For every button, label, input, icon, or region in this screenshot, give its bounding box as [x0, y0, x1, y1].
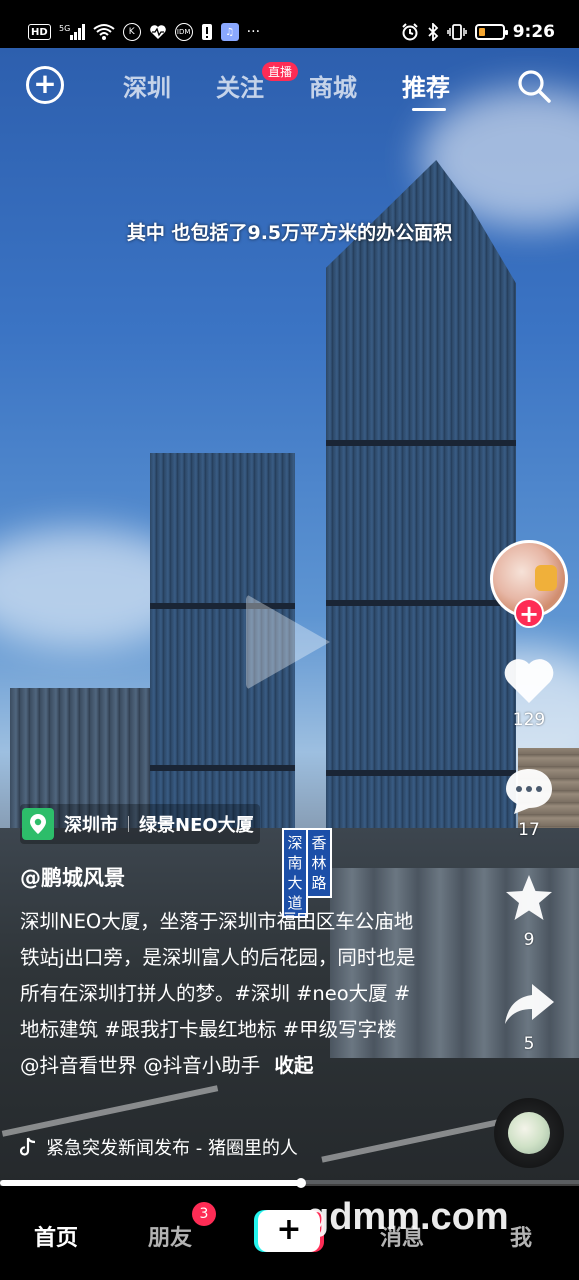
tower-band: [326, 600, 516, 606]
signal-icon: 5G: [59, 23, 85, 41]
follow-button[interactable]: +: [514, 598, 544, 628]
share-arrow-icon[interactable]: [502, 980, 556, 1030]
vibrate-icon: [446, 23, 467, 41]
location-pin-icon: [22, 808, 54, 840]
friends-badge: 3: [192, 1202, 216, 1226]
health-icon: [149, 24, 167, 40]
location-place: 绿景NEO大厦: [139, 815, 254, 836]
alarm-icon: [401, 23, 419, 41]
tower-band: [150, 765, 295, 771]
idm-icon: IDM: [174, 23, 193, 41]
search-icon[interactable]: [516, 68, 552, 104]
music-disc[interactable]: [494, 1098, 564, 1168]
active-tab-indicator: [412, 108, 446, 111]
battery-fill: [478, 28, 486, 36]
author-name[interactable]: @鹏城风景: [20, 862, 125, 892]
description-text: 深圳NEO大厦，坐落于深圳市福田区车公庙地铁站j出口旁，是深圳富人的后花园，同时…: [20, 910, 416, 1077]
location-tag[interactable]: 深圳市 绿景NEO大厦: [20, 804, 260, 844]
tab-following[interactable]: 关注: [216, 68, 264, 103]
clock: 9:26: [512, 22, 555, 42]
status-right: 9:26: [401, 22, 555, 42]
comment-count: 17: [518, 820, 540, 840]
music-title: 紧急突发新闻发布 - 猪圈里的人: [46, 1138, 298, 1159]
top-nav: + 深圳 关注 直播 商城 推荐: [0, 60, 579, 112]
like-count: 129: [512, 710, 546, 730]
wifi-icon: [93, 23, 115, 41]
video-description: 深圳NEO大厦，坐落于深圳市福田区车公庙地铁站j出口旁，是深圳富人的后花园，同时…: [20, 904, 420, 1084]
location-city: 深圳市: [64, 815, 118, 836]
avatar-food: [535, 565, 557, 591]
play-icon[interactable]: [246, 594, 330, 690]
street-sign-right: 香林路: [306, 828, 332, 898]
music-note-icon: [20, 1137, 36, 1156]
collapse-link[interactable]: 收起: [274, 1054, 313, 1077]
watermark: gdmm.com: [306, 1196, 509, 1238]
tab-shenzhen[interactable]: 深圳: [123, 68, 171, 103]
tower-right: [326, 160, 516, 930]
music-info[interactable]: 紧急突发新闻发布 - 猪圈里的人: [20, 1134, 298, 1160]
bluetooth-icon: [427, 23, 439, 41]
favorite-group[interactable]: 9: [490, 872, 568, 950]
tab-recommend[interactable]: 推荐: [402, 68, 450, 103]
nav-home[interactable]: 首页: [34, 1220, 78, 1252]
like-group[interactable]: 129: [490, 656, 568, 730]
plus-circle-icon[interactable]: +: [26, 66, 64, 104]
video-caption: 其中 也包括了9.5万平方米的办公面积: [126, 222, 453, 244]
video-progress-bar[interactable]: [0, 1178, 579, 1188]
hd-icon: HD: [28, 24, 51, 40]
svg-text:5G: 5G: [59, 24, 70, 33]
sim-alert-icon: [201, 23, 213, 41]
tower-band: [326, 440, 516, 446]
tower-band: [326, 770, 516, 776]
nav-me[interactable]: 我: [510, 1220, 532, 1252]
more-dots-icon: ···: [246, 24, 261, 40]
live-badge[interactable]: 直播: [262, 62, 299, 81]
music-app-icon: ♫: [220, 23, 239, 41]
progress-fill: [0, 1180, 302, 1186]
music-cover: [508, 1112, 550, 1154]
k-app-icon: K: [122, 23, 141, 41]
heart-icon[interactable]: [502, 656, 556, 706]
share-group[interactable]: 5: [490, 980, 568, 1054]
tab-mall[interactable]: 商城: [309, 68, 357, 103]
nav-friends[interactable]: 朋友: [148, 1220, 192, 1252]
star-icon[interactable]: [502, 872, 556, 926]
location-separator: [128, 816, 129, 832]
comment-icon[interactable]: [502, 766, 556, 816]
share-count: 5: [523, 1034, 535, 1054]
progress-knob[interactable]: [296, 1178, 307, 1188]
comment-group[interactable]: 17: [490, 766, 568, 840]
battery-icon: [474, 24, 508, 40]
status-left: HD 5G K IDM ♫ ···: [28, 23, 260, 41]
favorite-count: 9: [523, 930, 535, 950]
